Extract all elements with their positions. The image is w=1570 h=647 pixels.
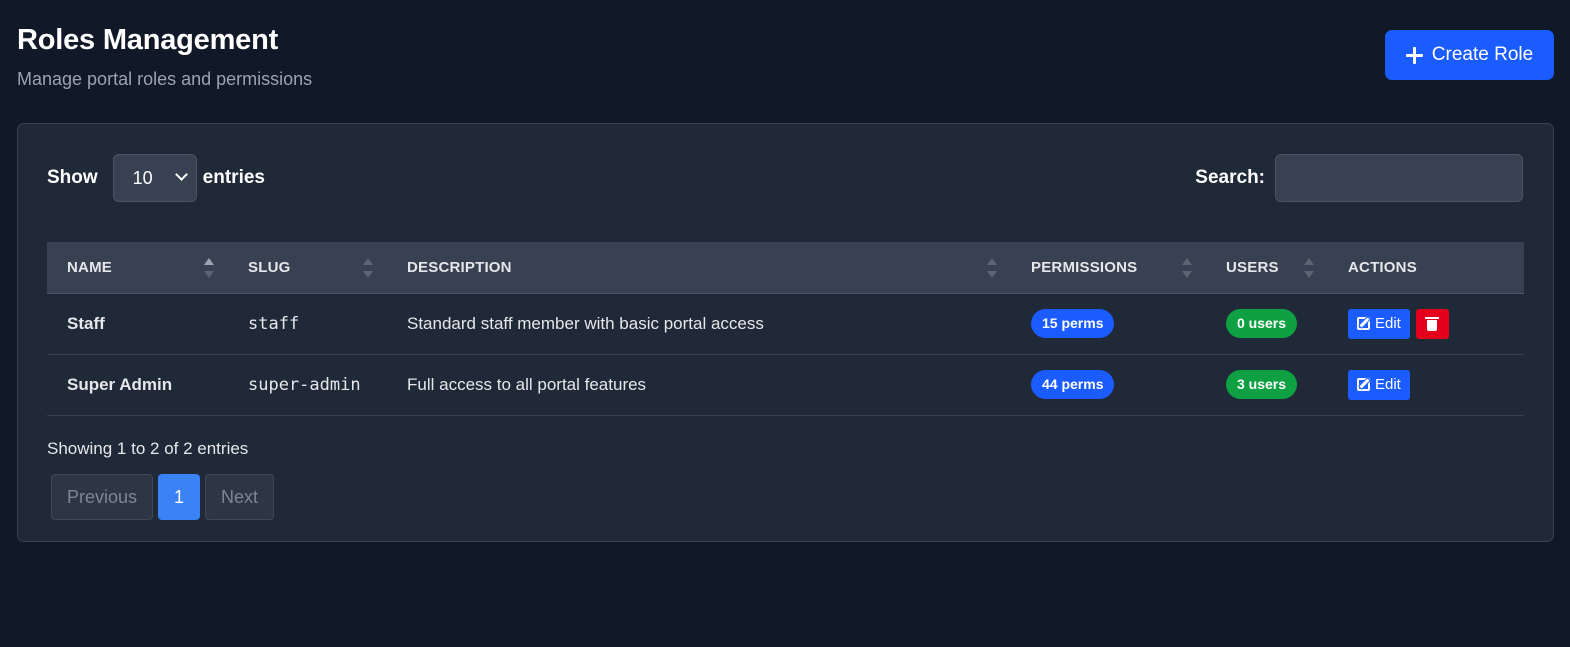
column-header-name[interactable]: NAME xyxy=(47,242,228,294)
table-header-row: NAME SLUG DESCRIPTION PERMISSIONS USERS … xyxy=(47,242,1524,294)
create-role-button[interactable]: Create Role xyxy=(1385,30,1554,80)
sort-icon xyxy=(1304,258,1314,278)
delete-button[interactable] xyxy=(1415,308,1449,339)
plus-icon xyxy=(1405,46,1423,64)
search-label: Search: xyxy=(1195,167,1265,188)
previous-button[interactable]: Previous xyxy=(51,474,154,520)
edit-label: Edit xyxy=(1375,376,1401,393)
pagination: Previous 1 Next xyxy=(51,474,275,520)
sort-icon xyxy=(1182,258,1192,278)
actions-cell: Edit xyxy=(1328,293,1524,355)
search-control: Search: xyxy=(1195,154,1523,202)
page-header: Roles Management Manage portal roles and… xyxy=(17,24,312,90)
edit-icon xyxy=(1357,378,1370,391)
permissions-cell: 44 perms xyxy=(1011,354,1206,416)
trash-icon xyxy=(1425,316,1440,331)
edit-icon xyxy=(1357,317,1370,330)
column-header-slug[interactable]: SLUG xyxy=(228,242,387,294)
chevron-down-icon xyxy=(176,170,186,180)
permissions-cell: 15 perms xyxy=(1011,293,1206,355)
role-slug: super-admin xyxy=(228,354,387,416)
edit-label: Edit xyxy=(1375,315,1401,332)
column-header-actions: ACTIONS xyxy=(1328,242,1524,294)
role-name: Staff xyxy=(47,293,228,355)
search-input[interactable] xyxy=(1275,154,1523,202)
users-badge: 3 users xyxy=(1226,370,1298,399)
show-label: Show xyxy=(47,167,98,188)
actions-cell: Edit xyxy=(1328,354,1524,416)
column-header-description[interactable]: DESCRIPTION xyxy=(387,242,1011,294)
roles-table: NAME SLUG DESCRIPTION PERMISSIONS USERS … xyxy=(47,242,1524,416)
next-button[interactable]: Next xyxy=(205,474,275,520)
permissions-badge: 15 perms xyxy=(1031,309,1115,338)
entries-label: entries xyxy=(202,167,265,188)
page-title: Roles Management xyxy=(17,24,279,56)
users-cell: 3 users xyxy=(1206,354,1328,416)
page-1-button[interactable]: 1 xyxy=(158,474,201,520)
create-role-label: Create Role xyxy=(1431,44,1534,65)
edit-button[interactable]: Edit xyxy=(1348,308,1410,339)
page-subtitle: Manage portal roles and permissions xyxy=(17,69,313,89)
sort-icon xyxy=(204,258,214,278)
page-length-select[interactable]: 10 xyxy=(112,154,197,202)
table-row: Super Admin super-admin Full access to a… xyxy=(47,354,1524,416)
page-length-control: Show 10 entries xyxy=(47,154,265,202)
sort-icon xyxy=(363,258,373,278)
table-info: Showing 1 to 2 of 2 entries xyxy=(47,439,249,458)
users-cell: 0 users xyxy=(1206,293,1328,355)
role-description: Standard staff member with basic portal … xyxy=(387,293,1011,355)
edit-button[interactable]: Edit xyxy=(1348,369,1410,400)
role-name: Super Admin xyxy=(47,354,228,416)
role-description: Full access to all portal features xyxy=(387,354,1011,416)
roles-card: Show 10 entries Search: NAME SLUG DESCRI… xyxy=(17,123,1554,542)
roles-page: Roles Management Manage portal roles and… xyxy=(0,0,1570,647)
column-header-users[interactable]: USERS xyxy=(1206,242,1328,294)
page-length-value: 10 xyxy=(132,167,153,188)
users-badge: 0 users xyxy=(1226,309,1298,338)
column-header-permissions[interactable]: PERMISSIONS xyxy=(1011,242,1206,294)
sort-icon xyxy=(987,258,997,278)
permissions-badge: 44 perms xyxy=(1031,370,1115,399)
role-slug: staff xyxy=(228,293,387,355)
table-row: Staff staff Standard staff member with b… xyxy=(47,293,1524,355)
